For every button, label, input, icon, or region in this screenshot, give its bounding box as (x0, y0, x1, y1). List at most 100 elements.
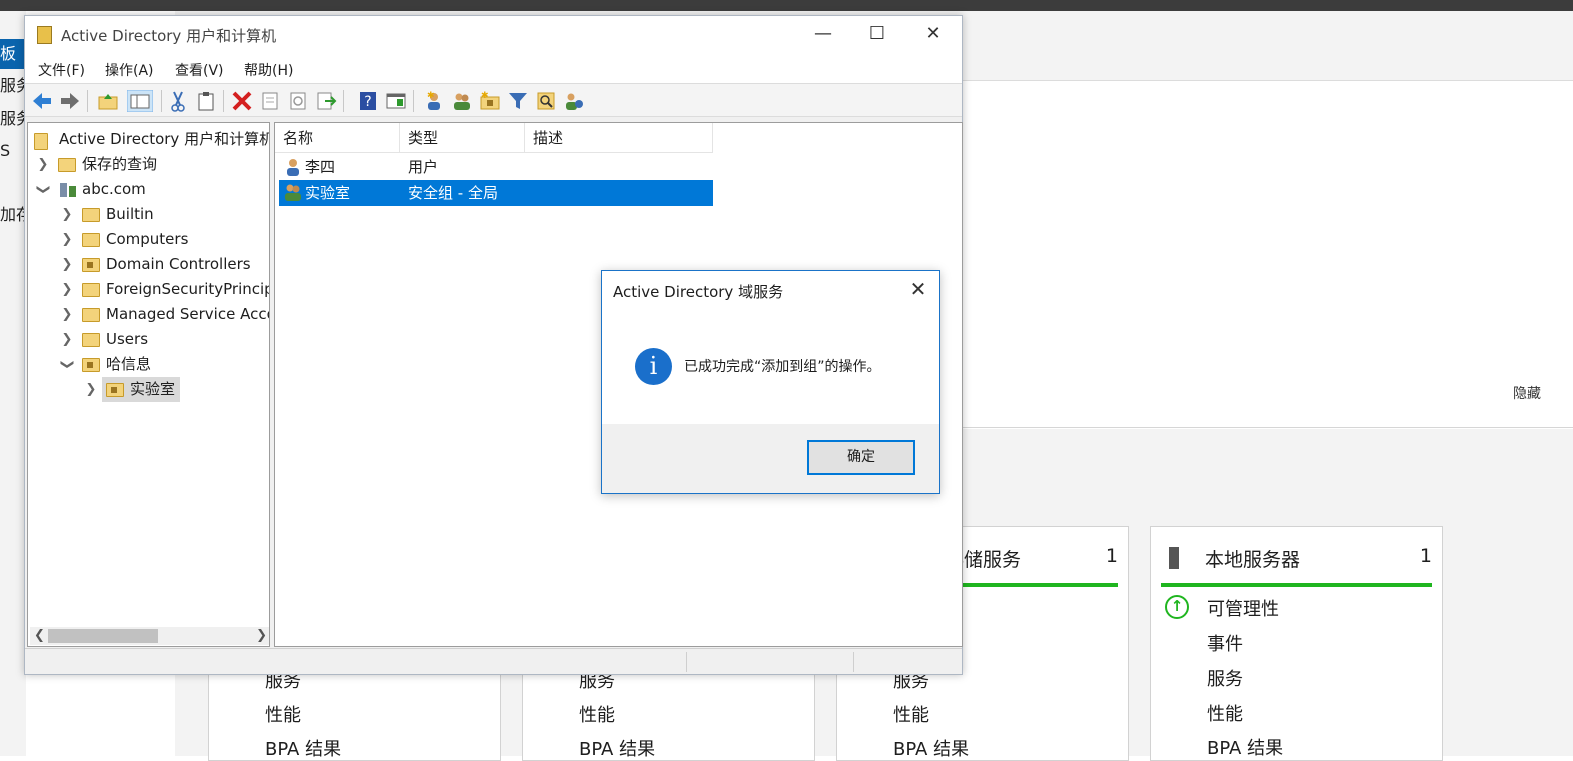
tree-item-computers[interactable]: ❯ Computers (60, 227, 269, 252)
hide-link[interactable]: 隐藏 (1513, 383, 1541, 403)
chevron-right-icon[interactable]: ❯ (60, 252, 74, 277)
group-icon (285, 184, 301, 201)
window-title: Active Directory 用户和计算机 (61, 27, 277, 45)
filter-icon[interactable] (507, 90, 529, 112)
svg-text:✱: ✱ (427, 91, 435, 101)
tile-row-performance[interactable]: 性能 (893, 701, 929, 727)
nav-item-ad-ds[interactable]: S (0, 136, 26, 166)
tile-row-bpa[interactable]: BPA 结果 (1207, 734, 1283, 760)
tree-item-foreign-security-principals[interactable]: ❯ ForeignSecurityPrincipals (60, 277, 269, 302)
tree-item-saved-queries[interactable]: ❯ 保存的查询 (36, 152, 266, 177)
find-icon[interactable] (535, 90, 557, 112)
aduc-app-icon (37, 26, 52, 44)
list-item-user[interactable]: 李四 用户 (279, 154, 713, 180)
tree-item-label: 实验室 (130, 380, 176, 398)
tile-row-bpa[interactable]: BPA 结果 (265, 735, 341, 761)
tile-row-bpa[interactable]: BPA 结果 (579, 735, 655, 761)
chevron-right-icon[interactable]: ❯ (60, 227, 74, 252)
tile-row-manageability[interactable]: 可管理性 (1207, 595, 1279, 621)
tree-item-domain-controllers[interactable]: ❯ Domain Controllers (60, 252, 269, 277)
tree-item-label: Users (106, 330, 149, 348)
new-ou-icon[interactable]: ✱ (479, 90, 501, 112)
menu-file[interactable]: 文件(F) (38, 60, 85, 80)
scrollbar-thumb[interactable] (48, 629, 158, 643)
scroll-left-icon[interactable]: ❮ (34, 627, 45, 645)
cell-name: 实验室 (305, 184, 351, 202)
toolbar-separator (413, 90, 414, 112)
help-icon[interactable]: ? (357, 90, 379, 112)
paste-icon[interactable] (195, 90, 217, 112)
tile-row-bpa[interactable]: BPA 结果 (893, 735, 969, 761)
column-header-name[interactable]: 名称 (275, 123, 400, 153)
delete-icon[interactable] (231, 90, 253, 112)
tile-row-events[interactable]: 事件 (1207, 630, 1243, 656)
nav-item-local-server[interactable]: 服务 (0, 71, 26, 101)
tree-horizontal-scrollbar[interactable]: ❮ ❯ (30, 627, 269, 645)
tree-item-ou-haxinxi[interactable]: ❯ 哈信息 (60, 352, 269, 377)
tree-item-label: ForeignSecurityPrincipals (106, 280, 269, 298)
show-action-pane-icon[interactable] (385, 90, 407, 112)
tree-item-label: abc.com (82, 180, 146, 198)
tile-count: 1 (1105, 545, 1118, 567)
chevron-right-icon[interactable]: ❯ (36, 152, 50, 177)
tree-item-ou-lab[interactable]: ❯ 实验室 (84, 377, 224, 402)
menu-help[interactable]: 帮助(H) (244, 60, 293, 80)
up-folder-icon[interactable] (97, 90, 119, 112)
close-button[interactable]: ✕ (905, 16, 961, 52)
tree-item-label: 哈信息 (106, 355, 152, 373)
user-icon (287, 159, 299, 176)
column-header-description[interactable]: 描述 (525, 123, 713, 153)
chevron-right-icon[interactable]: ❯ (60, 327, 74, 352)
chevron-right-icon[interactable]: ❯ (84, 377, 98, 402)
cut-icon[interactable] (167, 90, 189, 112)
menu-view[interactable]: 查看(V) (175, 60, 224, 80)
show-console-tree-icon[interactable] (127, 90, 153, 112)
tile-row-performance[interactable]: 性能 (265, 701, 301, 727)
new-user-icon[interactable]: ✱ (423, 90, 445, 112)
tile-count: 1 (1419, 545, 1432, 567)
chevron-down-icon[interactable]: ❯ (55, 358, 80, 372)
message-dialog: Active Directory 域服务 ✕ i 已成功完成“添加到组”的操作。… (601, 270, 940, 494)
nav-item-all-servers[interactable]: 服务 (0, 104, 26, 134)
ok-button[interactable]: 确定 (807, 440, 915, 475)
tree-item-label: Managed Service Accounts (106, 305, 269, 323)
list-item-group[interactable]: 实验室 安全组 - 全局 (279, 180, 713, 206)
tree-item-managed-service-accounts[interactable]: ❯ Managed Service Accounts (60, 302, 269, 327)
maximize-button[interactable]: ☐ (849, 16, 905, 52)
tree-item-label: 保存的查询 (82, 155, 158, 173)
refresh-icon[interactable] (287, 90, 309, 112)
domain-icon (60, 183, 76, 197)
role-tile-local-server[interactable]: 本地服务器 1 ↑ 可管理性 事件 服务 性能 BPA 结果 (1150, 526, 1443, 761)
export-list-icon[interactable] (315, 90, 337, 112)
cell-type: 安全组 - 全局 (408, 184, 498, 202)
dialog-close-button[interactable]: ✕ (905, 276, 931, 302)
chevron-right-icon[interactable]: ❯ (60, 202, 74, 227)
nav-item-dashboard[interactable]: 板 (0, 39, 26, 69)
forward-icon[interactable] (59, 90, 81, 112)
folder-icon (82, 233, 100, 247)
column-header-type[interactable]: 类型 (400, 123, 525, 153)
tile-row-performance[interactable]: 性能 (579, 701, 615, 727)
back-icon[interactable] (31, 90, 53, 112)
chevron-down-icon[interactable]: ❯ (31, 183, 56, 197)
new-group-icon[interactable] (451, 90, 473, 112)
title-bar[interactable]: Active Directory 用户和计算机 — ☐ ✕ (25, 16, 962, 52)
nav-item-file-storage[interactable]: 加存 (0, 200, 26, 230)
chevron-right-icon[interactable]: ❯ (60, 277, 74, 302)
tree-item-users[interactable]: ❯ Users (60, 327, 269, 352)
console-tree: Active Directory 用户和计算机 ❯ 保存的查询 ❯ abc.co… (27, 122, 270, 647)
toolbar-separator (343, 90, 344, 112)
tile-row-services[interactable]: 服务 (1207, 665, 1243, 691)
minimize-button[interactable]: — (795, 16, 851, 52)
tile-title: 本地服务器 (1205, 549, 1301, 571)
tree-item-label: Computers (106, 230, 189, 248)
menu-action[interactable]: 操作(A) (105, 60, 154, 80)
tile-row-performance[interactable]: 性能 (1207, 700, 1243, 726)
tree-item-builtin[interactable]: ❯ Builtin (60, 202, 269, 227)
tree-item-domain[interactable]: ❯ abc.com (36, 177, 266, 202)
chevron-right-icon[interactable]: ❯ (60, 302, 74, 327)
add-to-group-icon[interactable] (563, 90, 585, 112)
scroll-right-icon[interactable]: ❯ (256, 627, 267, 645)
properties-icon[interactable] (259, 90, 281, 112)
cell-name: 李四 (305, 158, 336, 176)
